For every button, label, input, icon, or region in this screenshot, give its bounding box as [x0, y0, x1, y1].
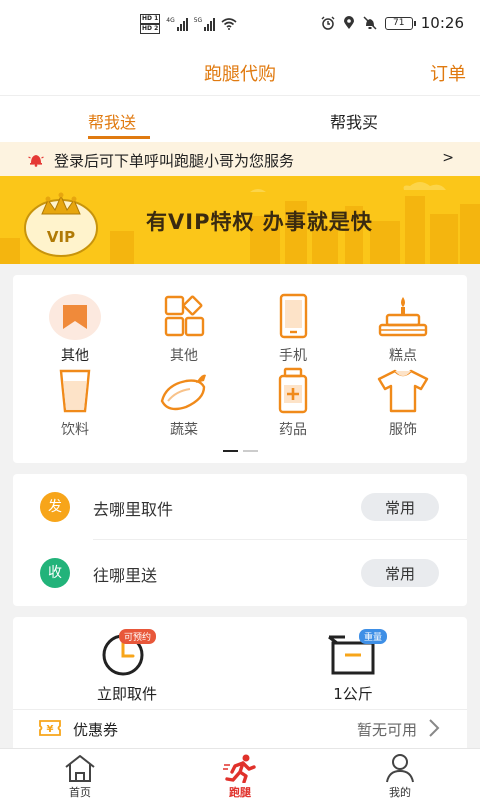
weight-option[interactable]: 重量 1公斤: [293, 629, 413, 704]
system-indicators: 71 10:26: [321, 14, 464, 32]
eggplant-icon: [160, 374, 206, 411]
coupon-row[interactable]: ¥ 优惠券 暂无可用: [13, 709, 467, 748]
category-label: 服饰: [389, 422, 417, 438]
category-other-2[interactable]: 其他: [144, 293, 224, 365]
dropoff-frequent-button[interactable]: 常用: [361, 559, 439, 587]
pickup-badge: 发: [40, 492, 70, 522]
pickup-frequent-button[interactable]: 常用: [361, 493, 439, 521]
category-label: 药品: [279, 422, 307, 438]
page-dot-active: [223, 450, 238, 452]
status-bar: HD 1 HD 2 4G 5G 71 10:26: [0, 0, 480, 52]
banner-slogan: 有VIP特权 办事就是快: [146, 210, 373, 234]
active-tab-indicator: [88, 136, 150, 139]
login-notice[interactable]: 登录后可下单呼叫跑腿小哥为您服务 >: [0, 142, 480, 176]
network-b-label: 5G: [193, 17, 203, 24]
dropoff-badge: 收: [40, 558, 70, 588]
category-label: 其他: [61, 348, 89, 364]
dropoff-row[interactable]: 收 往哪里送 常用: [13, 540, 467, 606]
chevron-right-icon: [429, 719, 440, 737]
mute-icon: [363, 16, 377, 30]
tab-send-for-me[interactable]: 帮我送: [88, 109, 136, 133]
category-label: 蔬菜: [170, 422, 198, 438]
category-vegetables[interactable]: 蔬菜: [144, 367, 224, 439]
notice-text: 登录后可下单呼叫跑腿小哥为您服务: [54, 152, 295, 170]
vip-banner[interactable]: VIP 有VIP特权 办事就是快: [0, 176, 480, 264]
network-indicators: HD 1 HD 2 4G 5G: [140, 14, 237, 34]
pickup-row[interactable]: 发 去哪里取件 常用: [13, 474, 467, 540]
page-dot: [243, 450, 258, 452]
signal-icon: 4G: [166, 17, 188, 31]
page-indicator: [223, 450, 258, 452]
weight-tag: 重量: [359, 629, 388, 644]
service-tabs: 帮我送 帮我买: [0, 96, 480, 142]
category-label: 糕点: [389, 348, 417, 364]
battery-level: 71: [393, 18, 405, 28]
chevron-right-icon: >: [442, 150, 454, 166]
category-label: 手机: [279, 348, 307, 364]
nav-profile[interactable]: 我的: [360, 753, 440, 800]
reservable-tag: 可预约: [119, 629, 157, 644]
nav-profile-label: 我的: [389, 786, 411, 799]
clock: 10:26: [420, 14, 464, 32]
wifi-icon: [221, 18, 237, 30]
category-phone[interactable]: 手机: [253, 293, 333, 365]
nav-home-label: 首页: [69, 786, 91, 799]
category-other-1[interactable]: 其他: [35, 293, 115, 365]
category-label: 饮料: [61, 422, 89, 438]
medicine-icon: [278, 367, 308, 414]
cup-icon: [59, 369, 91, 413]
category-drinks[interactable]: 饮料: [35, 367, 115, 439]
nav-errand[interactable]: 跑腿: [200, 753, 280, 800]
dropoff-address-field[interactable]: 往哪里送: [93, 562, 157, 586]
nav-errand-label: 跑腿: [229, 786, 251, 799]
nav-home[interactable]: 首页: [40, 753, 120, 800]
vip-badge-text: VIP: [47, 228, 75, 246]
alarm-icon: [321, 16, 335, 30]
tab-buy-for-me[interactable]: 帮我买: [330, 109, 378, 133]
category-medicine[interactable]: 药品: [253, 367, 333, 439]
home-icon: [65, 755, 95, 782]
category-clothing[interactable]: 服饰: [363, 367, 443, 439]
coupon-icon-symbol: ¥: [47, 724, 54, 735]
location-icon: [343, 16, 354, 29]
pickup-address-field[interactable]: 去哪里取件: [93, 496, 173, 520]
order-options-panel: 可预约 立即取件 重量 1公斤 ¥ 优惠券 暂无可用: [13, 617, 467, 748]
orders-button[interactable]: 订单: [430, 60, 466, 86]
address-panel: 发 去哪里取件 常用 收 往哪里送 常用: [13, 474, 467, 606]
hd1-label: HD 1: [140, 14, 161, 24]
vip-crown-icon: VIP: [24, 192, 98, 257]
coupon-label: 优惠券: [73, 721, 119, 739]
coupon-status: 暂无可用: [356, 721, 417, 739]
shirt-icon: [377, 369, 429, 413]
category-grid: 其他 其他 手机 糕点 饮料 蔬菜 药品 服饰: [13, 275, 467, 463]
bell-icon: [28, 155, 44, 167]
battery-icon: 71: [384, 16, 416, 30]
cake-icon: [378, 297, 428, 337]
category-label: 其他: [170, 348, 198, 364]
bottom-navigation: 首页 跑腿 我的: [0, 748, 480, 800]
pickup-time-label: 立即取件: [96, 685, 157, 703]
signal-icon-2: 5G: [193, 17, 216, 31]
person-icon: [386, 754, 414, 783]
category-pastry[interactable]: 糕点: [363, 293, 443, 365]
flag-icon: [49, 294, 101, 340]
network-a-label: 4G: [166, 17, 175, 24]
coupon-icon: ¥: [39, 720, 61, 736]
phone-icon: [279, 293, 308, 339]
pickup-time-option[interactable]: 可预约 立即取件: [67, 629, 187, 704]
weight-label: 1公斤: [333, 685, 373, 703]
page-title: 跑腿代购: [204, 64, 276, 85]
runner-icon: [223, 754, 256, 783]
title-bar: 跑腿代购 订单: [0, 52, 480, 96]
grid-icon: [164, 295, 205, 337]
hd2-label: HD 2: [140, 24, 161, 34]
hd-icon: HD 1 HD 2: [140, 14, 161, 34]
